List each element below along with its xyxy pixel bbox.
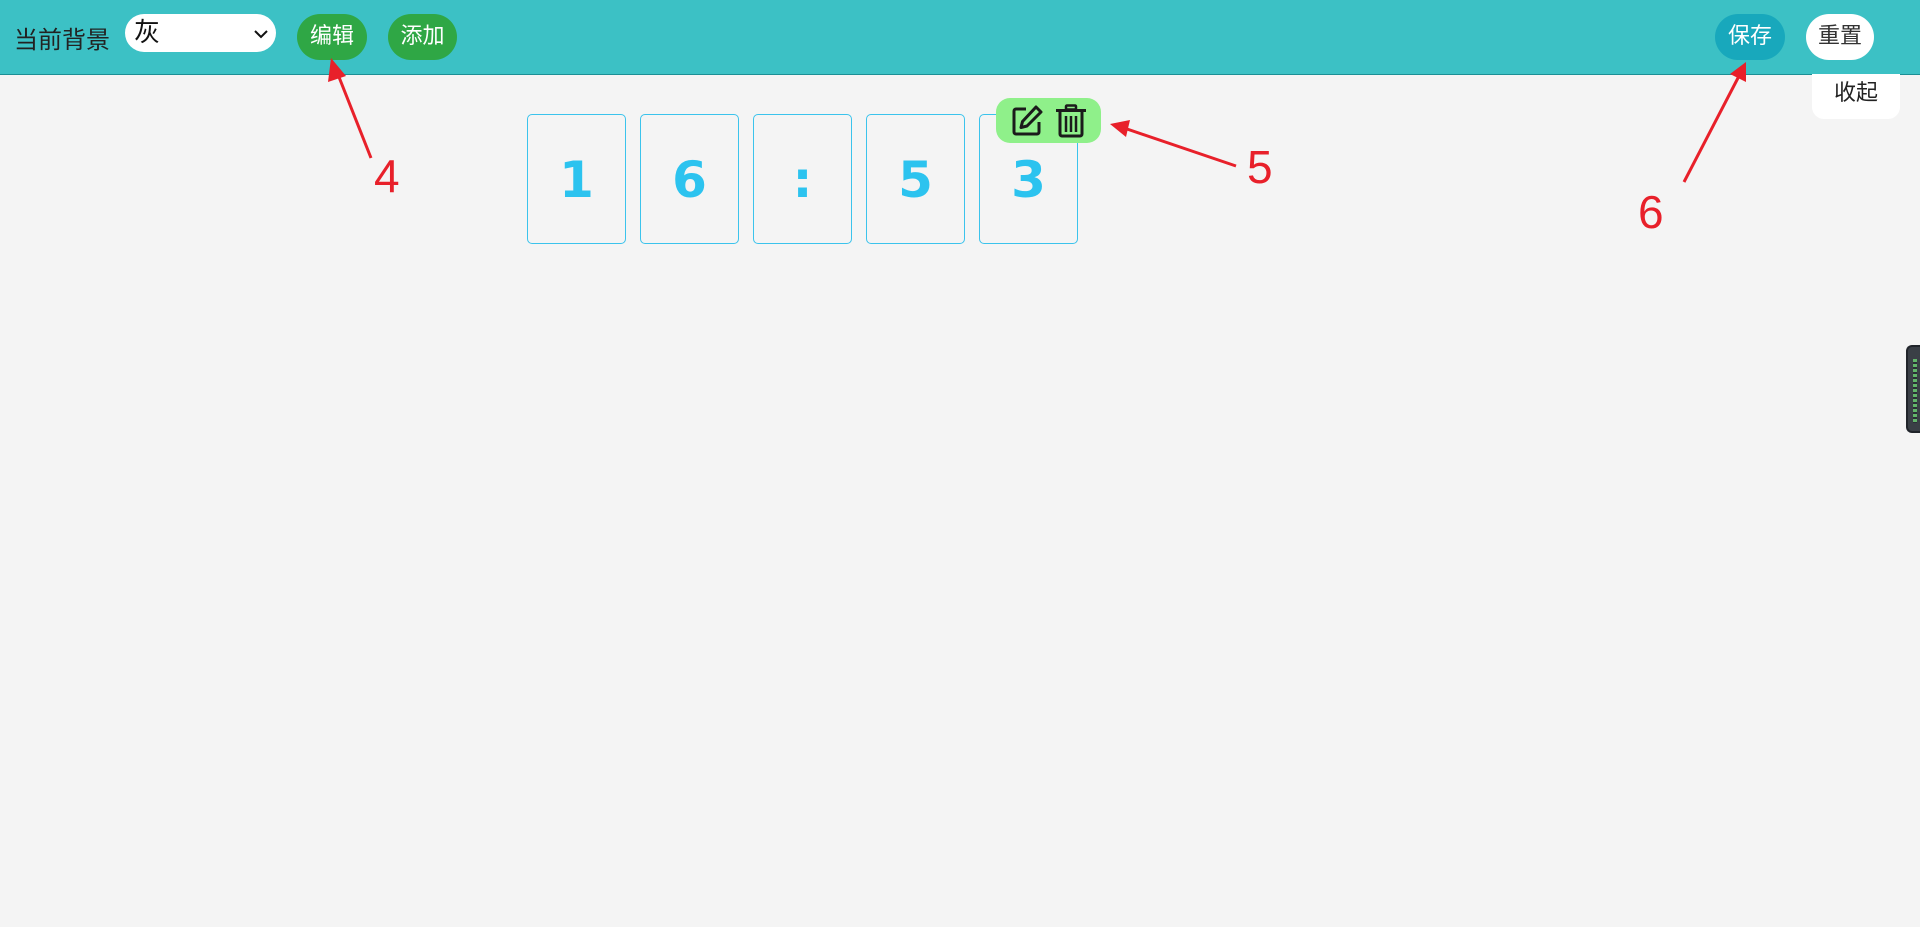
- annotation-number-5: 5: [1247, 141, 1273, 193]
- reset-button[interactable]: 重置: [1806, 14, 1874, 60]
- chevron-down-icon: [254, 14, 268, 52]
- clock-digit-box[interactable]: 1: [527, 114, 626, 244]
- side-floating-widget[interactable]: [1906, 345, 1920, 433]
- annotation-arrow-5: [1123, 126, 1237, 168]
- annotation-number-6: 6: [1638, 186, 1664, 238]
- element-toolbox: [996, 98, 1101, 143]
- arrow-head-icon: [1110, 120, 1130, 137]
- add-button[interactable]: 添加: [388, 14, 457, 60]
- annotation-arrow-6: [1682, 75, 1741, 183]
- clock-separator-box[interactable]: :: [753, 114, 852, 244]
- top-toolbar: 当前背景 灰 编辑 添加 保存 重置: [0, 0, 1920, 75]
- volume-meter-icon: [1913, 359, 1917, 423]
- clock-digit-box[interactable]: 5: [866, 114, 965, 244]
- trash-icon[interactable]: [1054, 104, 1088, 142]
- background-label: 当前背景: [14, 26, 110, 54]
- annotation-arrow-4: [335, 71, 373, 159]
- annotation-number-4: 4: [374, 150, 400, 202]
- background-select[interactable]: 灰: [125, 14, 276, 52]
- background-select-value: 灰: [134, 18, 161, 48]
- edit-button[interactable]: 编辑: [297, 14, 367, 60]
- collapse-button[interactable]: 收起: [1812, 74, 1900, 119]
- save-button[interactable]: 保存: [1715, 14, 1785, 60]
- clock-digit-box[interactable]: 6: [640, 114, 739, 244]
- edit-icon[interactable]: [1010, 104, 1044, 142]
